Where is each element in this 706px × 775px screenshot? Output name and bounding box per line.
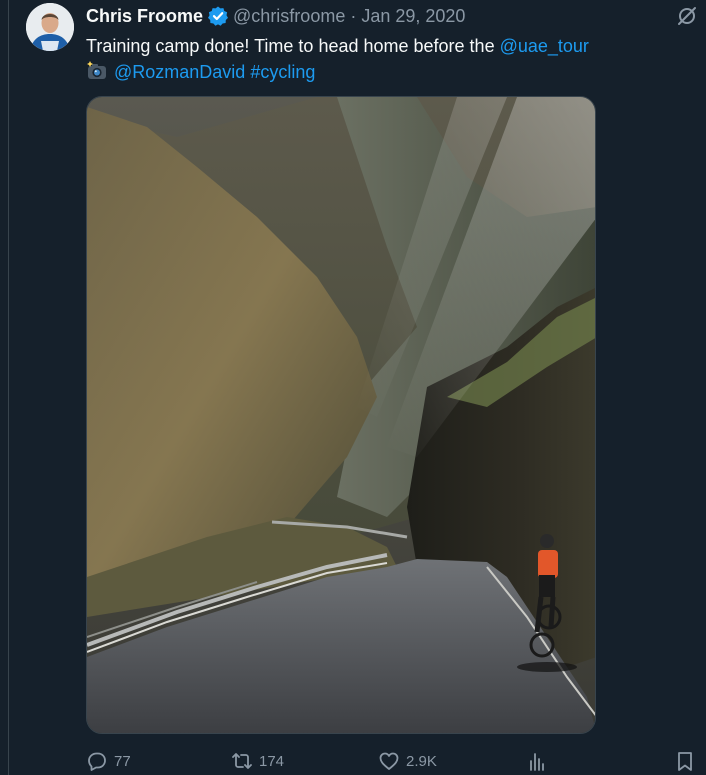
mention-photographer[interactable]: @RozmanDavid bbox=[114, 62, 245, 82]
tweet-text: Training camp done! Time to head home be… bbox=[86, 33, 686, 85]
tweet-actions: 77 174 2.9K bbox=[86, 748, 696, 774]
repost-icon bbox=[232, 753, 252, 769]
avatar[interactable] bbox=[26, 3, 74, 51]
tweet-date[interactable]: Jan 29, 2020 bbox=[361, 6, 465, 27]
views-icon bbox=[530, 753, 544, 771]
verified-badge-icon bbox=[207, 5, 229, 27]
like-button[interactable]: 2.9K bbox=[378, 748, 437, 774]
like-icon bbox=[379, 752, 399, 770]
grok-icon[interactable] bbox=[676, 5, 698, 27]
reply-count: 77 bbox=[114, 752, 131, 770]
hashtag-link[interactable]: #cycling bbox=[250, 62, 315, 82]
reply-icon bbox=[88, 752, 106, 771]
user-handle[interactable]: @chrisfroome bbox=[233, 6, 345, 27]
camera-icon bbox=[86, 61, 108, 81]
bookmark-icon bbox=[678, 752, 692, 771]
display-name[interactable]: Chris Froome bbox=[86, 6, 203, 27]
separator-dot: · bbox=[350, 5, 357, 26]
mention-uae-tour[interactable]: @uae_tour bbox=[500, 36, 589, 56]
tweet-header: Chris Froome @chrisfroome · Jan 29, 2020 bbox=[86, 4, 465, 28]
like-count: 2.9K bbox=[406, 752, 437, 770]
reply-button[interactable]: 77 bbox=[86, 748, 131, 774]
tweet-photo[interactable] bbox=[86, 96, 596, 734]
repost-button[interactable]: 174 bbox=[231, 748, 284, 774]
repost-count: 174 bbox=[259, 752, 285, 770]
views-button[interactable] bbox=[526, 748, 554, 774]
bookmark-button[interactable] bbox=[674, 748, 702, 774]
tweet-text-main: Training camp done! Time to head home be… bbox=[86, 36, 500, 56]
tweet[interactable]: Chris Froome @chrisfroome · Jan 29, 2020… bbox=[0, 0, 706, 775]
